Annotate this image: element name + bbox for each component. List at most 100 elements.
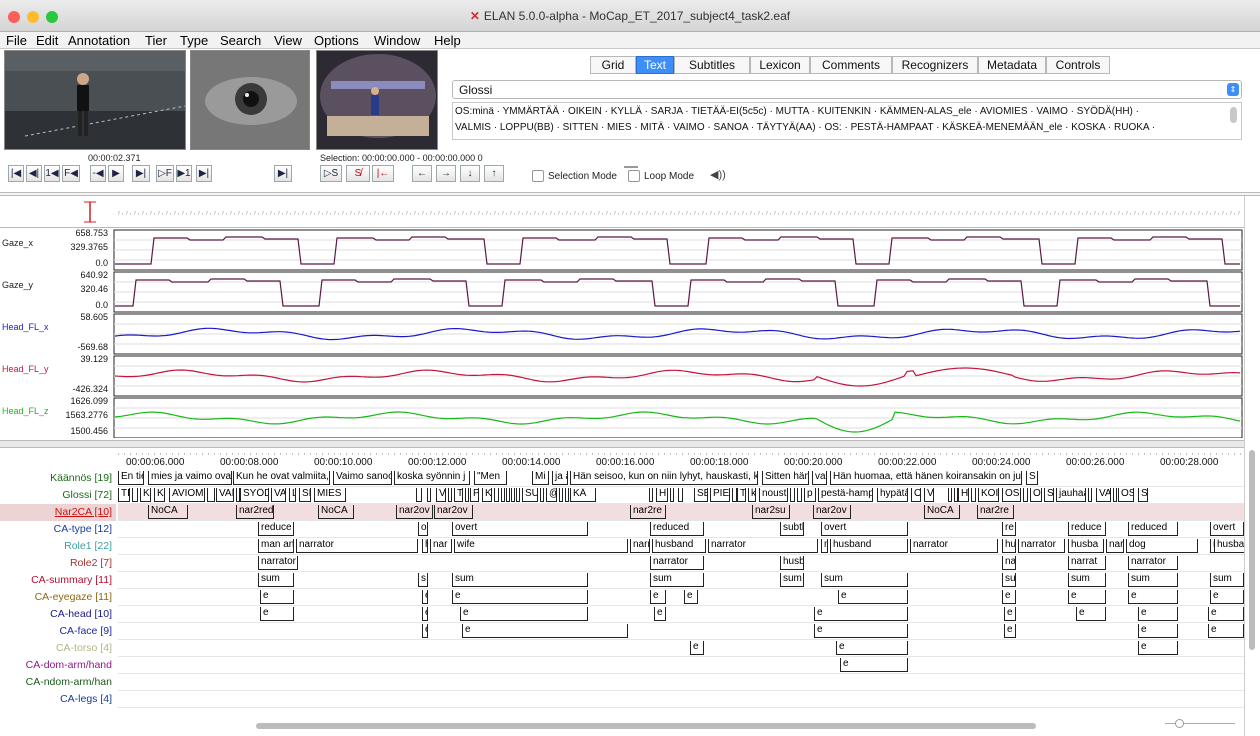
annotation[interactable]: overt xyxy=(452,522,588,536)
annotation[interactable]: KÄ xyxy=(570,488,596,502)
annotation[interactable]: VA xyxy=(271,488,286,502)
annotation[interactable]: SU xyxy=(522,488,538,502)
annotation[interactable]: sum xyxy=(780,573,804,587)
timeseries-scrollbar[interactable] xyxy=(0,440,1244,448)
annotation[interactable] xyxy=(559,488,563,502)
annotation[interactable]: reduce xyxy=(1068,522,1106,536)
annotation[interactable]: e xyxy=(452,590,588,604)
previous-scrollview-button[interactable]: ◀| xyxy=(26,165,42,182)
tier-row[interactable]: e xyxy=(118,657,1246,674)
annotation[interactable]: nar2re xyxy=(630,505,666,519)
annotation[interactable] xyxy=(132,488,138,502)
annotation[interactable]: k xyxy=(748,488,756,502)
annotation-up-button[interactable]: ↑ xyxy=(484,165,504,182)
annotation[interactable]: narr xyxy=(630,539,650,553)
tiers-vertical-scrollbar[interactable] xyxy=(1248,448,1256,723)
next-pixel-button[interactable]: ▶| xyxy=(132,165,150,182)
annotation[interactable]: e xyxy=(838,590,908,604)
annotation[interactable]: reduced xyxy=(1128,522,1178,536)
annotation[interactable]: S xyxy=(1138,488,1148,502)
tier-row[interactable]: TIKKAVIOMIVAISYÖDVALSIMIESVTPKSU@KÄHSEPI… xyxy=(118,487,1246,504)
tab-text[interactable]: Text xyxy=(636,56,674,74)
tier-label[interactable]: Glossi [72] xyxy=(0,487,116,504)
splitter-handle[interactable] xyxy=(624,166,638,168)
next-annotation-button[interactable]: → xyxy=(436,165,456,182)
annotation[interactable]: SE xyxy=(694,488,708,502)
go-to-end-button[interactable]: ▶| xyxy=(274,165,292,182)
annotation[interactable]: noust xyxy=(759,488,788,502)
play-selection-button[interactable]: ▷S xyxy=(320,165,342,182)
annotation[interactable]: narrator xyxy=(708,539,818,553)
annotation[interactable]: reduced xyxy=(650,522,704,536)
annotation[interactable]: "Men xyxy=(474,471,507,485)
annotation[interactable]: e xyxy=(422,607,428,621)
annotation[interactable] xyxy=(1023,488,1028,502)
tier-label[interactable]: Käännös [19] xyxy=(0,470,116,487)
tab-comments[interactable]: Comments xyxy=(810,56,892,74)
menu-type[interactable]: Type xyxy=(180,33,208,48)
annotation[interactable]: na xyxy=(821,539,828,553)
annotation[interactable]: h xyxy=(422,539,428,553)
annotation[interactable] xyxy=(540,488,544,502)
annotation[interactable]: husb xyxy=(780,556,804,570)
annotation[interactable]: man an xyxy=(258,539,294,553)
tab-recognizers[interactable]: Recognizers xyxy=(892,56,978,74)
annotation[interactable]: VA xyxy=(1096,488,1111,502)
annotation[interactable]: Hän seisoo, kun on niin lyhyt, hauskasti… xyxy=(570,471,758,485)
tier-row[interactable]: reduce o overt reduced subtl overt re reduce red… xyxy=(118,521,1246,538)
previous-pixel-button[interactable]: -◀ xyxy=(90,165,106,182)
annotation[interactable]: L xyxy=(289,488,296,502)
video-viewer-3[interactable] xyxy=(316,50,438,150)
tier-row[interactable]: eeeeee xyxy=(118,623,1246,640)
menu-search[interactable]: Search xyxy=(220,33,261,48)
annotation[interactable] xyxy=(448,488,452,502)
annotation[interactable]: TI xyxy=(118,488,130,502)
annotation[interactable]: narrator xyxy=(1018,539,1065,553)
annotation[interactable]: e xyxy=(1004,607,1016,621)
annotation[interactable]: K xyxy=(154,488,165,502)
annotation[interactable]: na xyxy=(1002,556,1016,570)
annotation[interactable]: En tiedä, xyxy=(118,471,144,485)
annotation[interactable]: K xyxy=(140,488,151,502)
tab-controls[interactable]: Controls xyxy=(1046,56,1110,74)
tier-label[interactable]: CA-type [12] xyxy=(0,521,116,538)
annotation[interactable]: V xyxy=(436,488,446,502)
annotation[interactable]: e xyxy=(1068,590,1106,604)
annotation[interactable]: reduce xyxy=(258,522,294,536)
annotation[interactable]: e xyxy=(690,641,704,655)
tier-row[interactable] xyxy=(118,674,1246,691)
next-frame-button[interactable]: ▷F xyxy=(156,165,174,182)
annotation[interactable]: e xyxy=(814,624,908,638)
annotation[interactable]: narrat xyxy=(1068,556,1106,570)
annotation[interactable]: husband xyxy=(652,539,706,553)
volume-icon[interactable]: ◀)) xyxy=(710,168,726,181)
annotation[interactable]: narrator xyxy=(650,556,704,570)
annotation[interactable]: dog xyxy=(1126,539,1198,553)
annotation[interactable]: sum xyxy=(1128,573,1178,587)
annotation[interactable] xyxy=(506,488,510,502)
annotation[interactable]: e xyxy=(1002,590,1016,604)
loop-mode-checkbox[interactable] xyxy=(628,170,640,182)
annotation[interactable]: e xyxy=(1210,590,1244,604)
annotation[interactable]: e xyxy=(1138,641,1178,655)
annotation[interactable] xyxy=(501,488,505,502)
horizontal-scroll-thumb[interactable] xyxy=(256,723,1036,729)
tier-select[interactable]: Glossi ⇕ xyxy=(452,80,1242,99)
annotation[interactable]: NoCA xyxy=(148,505,188,519)
tier-row[interactable]: eee xyxy=(118,640,1246,657)
annotation[interactable]: e xyxy=(422,624,428,638)
text-viewer[interactable]: OS:minä · YMMÄRTÄÄ · OIKEIN · KYLLÄ · SA… xyxy=(452,102,1242,140)
annotation[interactable]: narr xyxy=(1106,539,1124,553)
annotation[interactable] xyxy=(797,488,802,502)
video-viewer-1[interactable] xyxy=(4,50,186,150)
tier-label[interactable]: CA-ndom-arm/han xyxy=(0,674,116,691)
annotation[interactable] xyxy=(511,488,515,502)
menu-edit[interactable]: Edit xyxy=(36,33,58,48)
annotation[interactable]: narrator xyxy=(258,556,298,570)
play-pause-button[interactable]: ▶ xyxy=(108,165,124,182)
annotation[interactable] xyxy=(516,488,520,502)
zoom-slider-knob[interactable] xyxy=(1175,719,1184,728)
tier-row[interactable]: sum s sum sum sum sum su sum sum sum xyxy=(118,572,1246,589)
tier-row[interactable]: NoCA nar2red NoCA nar2ov nar2ov nar2re nar2su n… xyxy=(118,504,1246,521)
annotation[interactable]: e xyxy=(1138,607,1178,621)
